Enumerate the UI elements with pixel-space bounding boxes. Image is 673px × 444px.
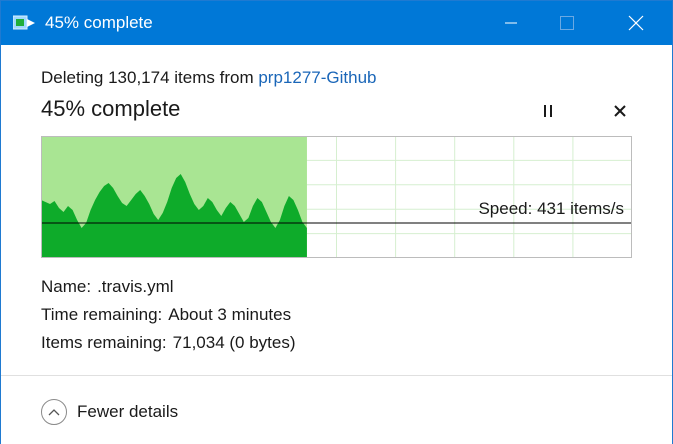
chevron-up-icon	[41, 399, 67, 425]
delete-progress-window: 45% complete Deleting 130,174 items from…	[0, 0, 673, 444]
pause-icon	[544, 105, 552, 117]
name-value: .travis.yml	[97, 277, 174, 296]
minimize-icon	[505, 22, 517, 24]
speed-label: Speed: 431 items/s	[478, 199, 624, 218]
close-button[interactable]	[613, 1, 659, 45]
cancel-icon	[614, 105, 626, 117]
name-label: Name:	[41, 277, 92, 296]
fewer-details-toggle[interactable]: Fewer details	[41, 398, 178, 426]
dialog-footer: Fewer details	[1, 375, 672, 444]
speed-graph: Speed: 431 items/s	[41, 136, 632, 258]
maximize-button[interactable]	[544, 1, 590, 45]
maximize-icon	[560, 16, 574, 30]
cancel-button[interactable]	[605, 96, 635, 126]
file-operation-icon	[13, 15, 35, 30]
detail-name-row: Name: .travis.yml	[41, 277, 174, 297]
pause-button[interactable]	[533, 96, 563, 126]
fewer-details-label: Fewer details	[77, 402, 179, 421]
items-remaining-value: 71,034 (0 bytes)	[172, 333, 296, 352]
operation-description: Deleting 130,174 items from prp1277-Gith…	[41, 68, 376, 88]
progress-headline: 45% complete	[41, 96, 181, 121]
title-bar[interactable]: 45% complete	[1, 1, 672, 45]
close-icon	[628, 15, 644, 31]
detail-time-row: Time remaining: About 3 minutes	[41, 305, 291, 325]
operation-prefix: Deleting 130,174 items from	[41, 68, 259, 87]
minimize-button[interactable]	[488, 1, 534, 45]
items-remaining-label: Items remaining:	[41, 333, 167, 352]
source-folder-link[interactable]: prp1277-Github	[258, 68, 376, 87]
time-remaining-label: Time remaining:	[41, 305, 163, 324]
time-remaining-value: About 3 minutes	[168, 305, 292, 324]
window-title: 45% complete	[45, 13, 153, 32]
detail-items-row: Items remaining: 71,034 (0 bytes)	[41, 333, 296, 353]
